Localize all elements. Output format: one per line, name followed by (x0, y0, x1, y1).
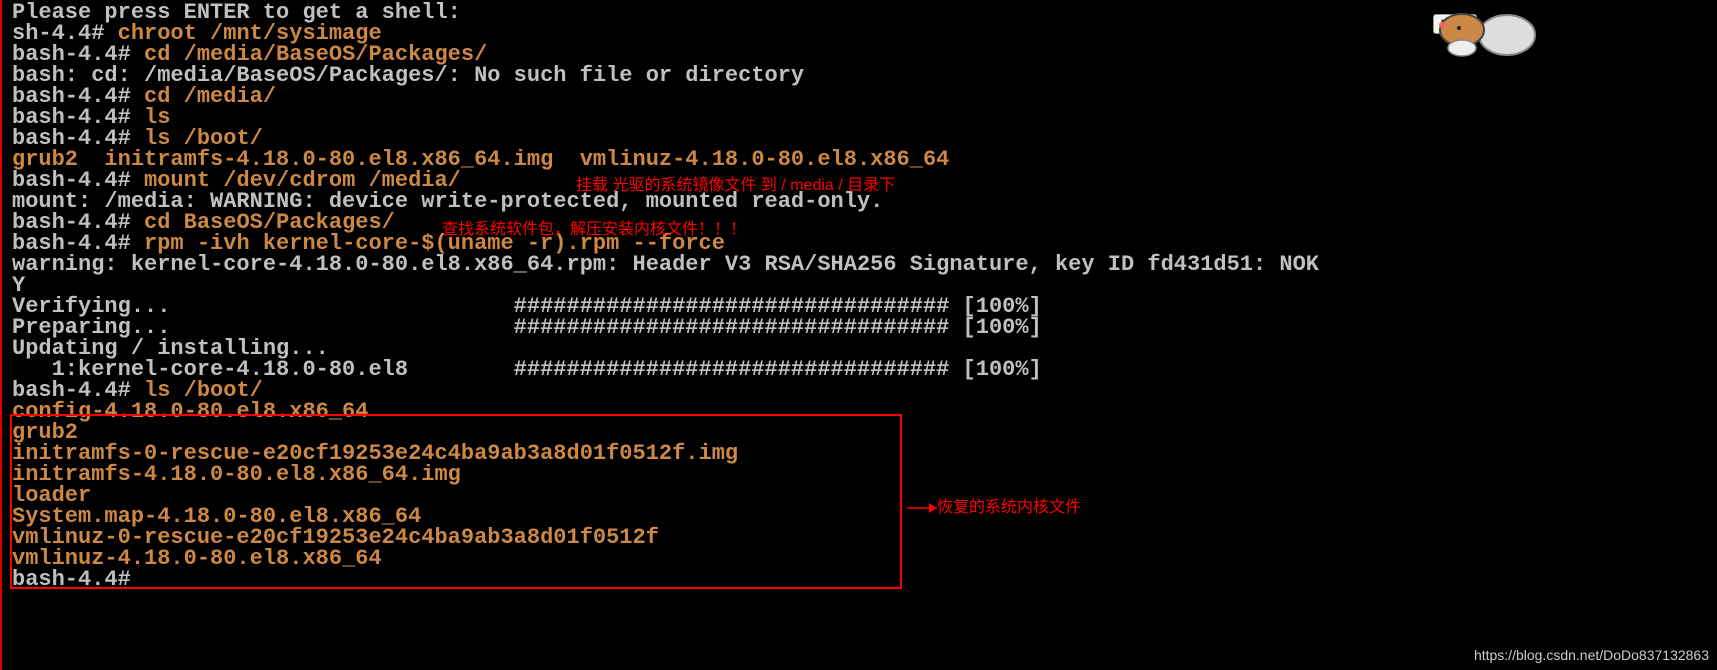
terminal-line: bash: cd: /media/BaseOS/Packages/: No su… (12, 65, 1717, 86)
terminal-line: mount: /media: WARNING: device write-pro… (12, 191, 1717, 212)
terminal-line: initramfs-4.18.0-80.el8.x86_64.img (12, 464, 1717, 485)
terminal-line: grub2 initramfs-4.18.0-80.el8.x86_64.img… (12, 149, 1717, 170)
terminal-line: config-4.18.0-80.el8.x86_64 (12, 401, 1717, 422)
terminal-line: bash-4.4# cd BaseOS/Packages/ (12, 212, 1717, 233)
terminal-line: grub2 (12, 422, 1717, 443)
terminal-line: Preparing... ###########################… (12, 317, 1717, 338)
terminal-line: vmlinuz-0-rescue-e20cf19253e24c4ba9ab3a8… (12, 527, 1717, 548)
terminal-line: vmlinuz-4.18.0-80.el8.x86_64 (12, 548, 1717, 569)
terminal-line: bash-4.4# ls /boot/ (12, 380, 1717, 401)
terminal-line: loader (12, 485, 1717, 506)
terminal-line: warning: kernel-core-4.18.0-80.el8.x86_6… (12, 254, 1717, 275)
watermark: https://blog.csdn.net/DoDo837132863 (1474, 648, 1709, 662)
terminal-line: bash-4.4# cd /media/ (12, 86, 1717, 107)
terminal-line: Verifying... ###########################… (12, 296, 1717, 317)
annotation-package: 查找系统软件包，解压安装内核文件！！！ (442, 222, 746, 238)
terminal-output[interactable]: Please press ENTER to get a shell: sh-4.… (12, 2, 1717, 590)
annotation-recovered: 恢复的系统内核文件 (937, 500, 1081, 516)
terminal-line: Y (12, 275, 1717, 296)
annotation-mount: 挂载 光驱的系统镜像文件 到 / media / 目录下 (576, 178, 895, 194)
mascot-icon (1417, 0, 1537, 60)
terminal-line: Updating / installing... (12, 338, 1717, 359)
terminal-line: System.map-4.18.0-80.el8.x86_64 (12, 506, 1717, 527)
terminal-line: bash-4.4# rpm -ivh kernel-core-$(uname -… (12, 233, 1717, 254)
terminal-line: bash-4.4# ls /boot/ (12, 128, 1717, 149)
terminal-line: initramfs-0-rescue-e20cf19253e24c4ba9ab3… (12, 443, 1717, 464)
terminal-line: bash-4.4# (12, 569, 1717, 590)
terminal-line: 1:kernel-core-4.18.0-80.el8 ############… (12, 359, 1717, 380)
terminal-line: bash-4.4# ls (12, 107, 1717, 128)
